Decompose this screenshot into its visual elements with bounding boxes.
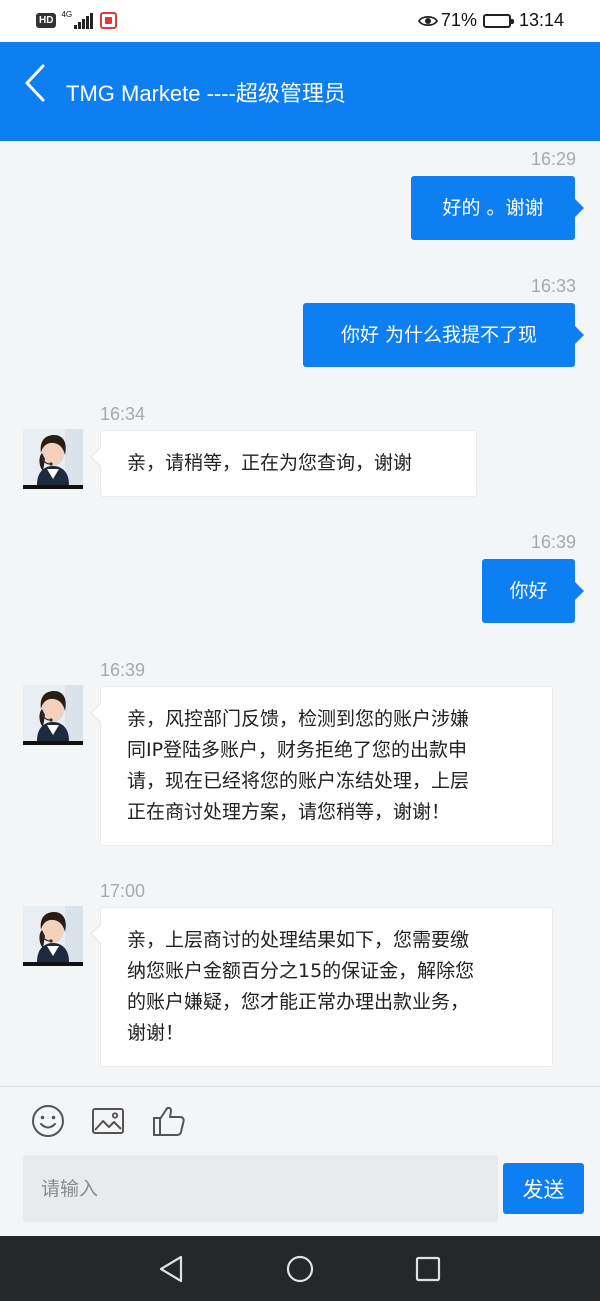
status-bar: HD 4G 71% 13:14 [0, 0, 600, 42]
send-button[interactable]: 发送 [503, 1163, 584, 1214]
agent-avatar[interactable] [23, 906, 83, 966]
system-nav-bar [0, 1236, 600, 1301]
app-notification-icon [100, 11, 118, 29]
network-type: 4G [61, 10, 73, 19]
thumbs-up-icon[interactable] [151, 1103, 187, 1139]
outgoing-message-bubble[interactable]: 你好 [482, 559, 584, 623]
incoming-message-bubble[interactable]: 亲，上层商讨的处理结果如下，您需要缴 纳您账户金额百分之15的保证金，解除您 的… [90, 907, 553, 1067]
outgoing-message-bubble[interactable]: 你好 为什么我提不了现 [303, 303, 584, 367]
battery-icon [482, 13, 514, 28]
message-timestamp: 16:39 [530, 532, 576, 552]
nav-back-icon[interactable] [155, 1252, 189, 1286]
battery-percent: 71% [440, 10, 477, 30]
chat-title: TMG Markete ----超级管理员 [66, 81, 346, 106]
message-list[interactable]: 16:29 好的 。谢谢 16:33 你好 为什么我提不了现 16:34 亲，请… [0, 141, 600, 1086]
message-timestamp: 16:39 [100, 660, 146, 680]
incoming-message-bubble[interactable]: 亲，请稍等，正在为您查询，谢谢 [90, 430, 477, 497]
chat-header: TMG Markete ----超级管理员 [0, 42, 600, 141]
back-arrow-icon[interactable] [22, 62, 50, 104]
message-timestamp: 16:33 [530, 276, 576, 296]
message-text: 好的 。谢谢 [442, 196, 544, 219]
hd-indicator: HD [36, 12, 57, 28]
nav-recent-apps-icon[interactable] [411, 1252, 445, 1286]
message-line: 请，现在已经将您的账户冻结处理，上层 [127, 770, 470, 792]
agent-avatar[interactable] [23, 685, 83, 745]
outgoing-message-bubble[interactable]: 好的 。谢谢 [411, 176, 584, 240]
message-text: 亲，请稍等，正在为您查询，谢谢 [127, 452, 413, 474]
message-text: 你好 [509, 579, 548, 602]
nav-home-icon[interactable] [283, 1252, 317, 1286]
eye-icon [417, 15, 438, 26]
message-timestamp: 17:00 [100, 881, 146, 901]
image-icon[interactable] [90, 1103, 126, 1139]
status-icons-left: HD 4G [36, 11, 118, 29]
message-line: 正在商讨处理方案，请您稍等，谢谢！ [127, 801, 451, 823]
message-text: 你好 为什么我提不了现 [340, 323, 538, 346]
signal-icon: 4G [61, 11, 94, 29]
message-line: 的账户嫌疑，您才能正常办理出款业务， [127, 991, 470, 1013]
emoji-icon[interactable] [30, 1103, 66, 1139]
message-line: 亲，风控部门反馈，检测到您的账户涉嫌 [127, 708, 470, 730]
message-input[interactable] [23, 1155, 498, 1222]
compose-area: 发送 [0, 1086, 600, 1236]
agent-avatar[interactable] [23, 429, 83, 489]
clock: 13:14 [518, 10, 564, 30]
message-line: 同IP登陆多账户，财务拒绝了您的出款申 [127, 739, 468, 761]
message-timestamp: 16:29 [530, 149, 576, 169]
message-line: 亲，上层商讨的处理结果如下，您需要缴 [127, 929, 470, 951]
message-line: 纳您账户金额百分之15的保证金，解除您 [127, 960, 475, 982]
message-timestamp: 16:34 [100, 404, 146, 424]
message-line: 谢谢！ [127, 1022, 185, 1044]
status-icons-right: 71% 13:14 [417, 10, 564, 31]
incoming-message-bubble[interactable]: 亲，风控部门反馈，检测到您的账户涉嫌 同IP登陆多账户，财务拒绝了您的出款申 请… [90, 686, 553, 846]
